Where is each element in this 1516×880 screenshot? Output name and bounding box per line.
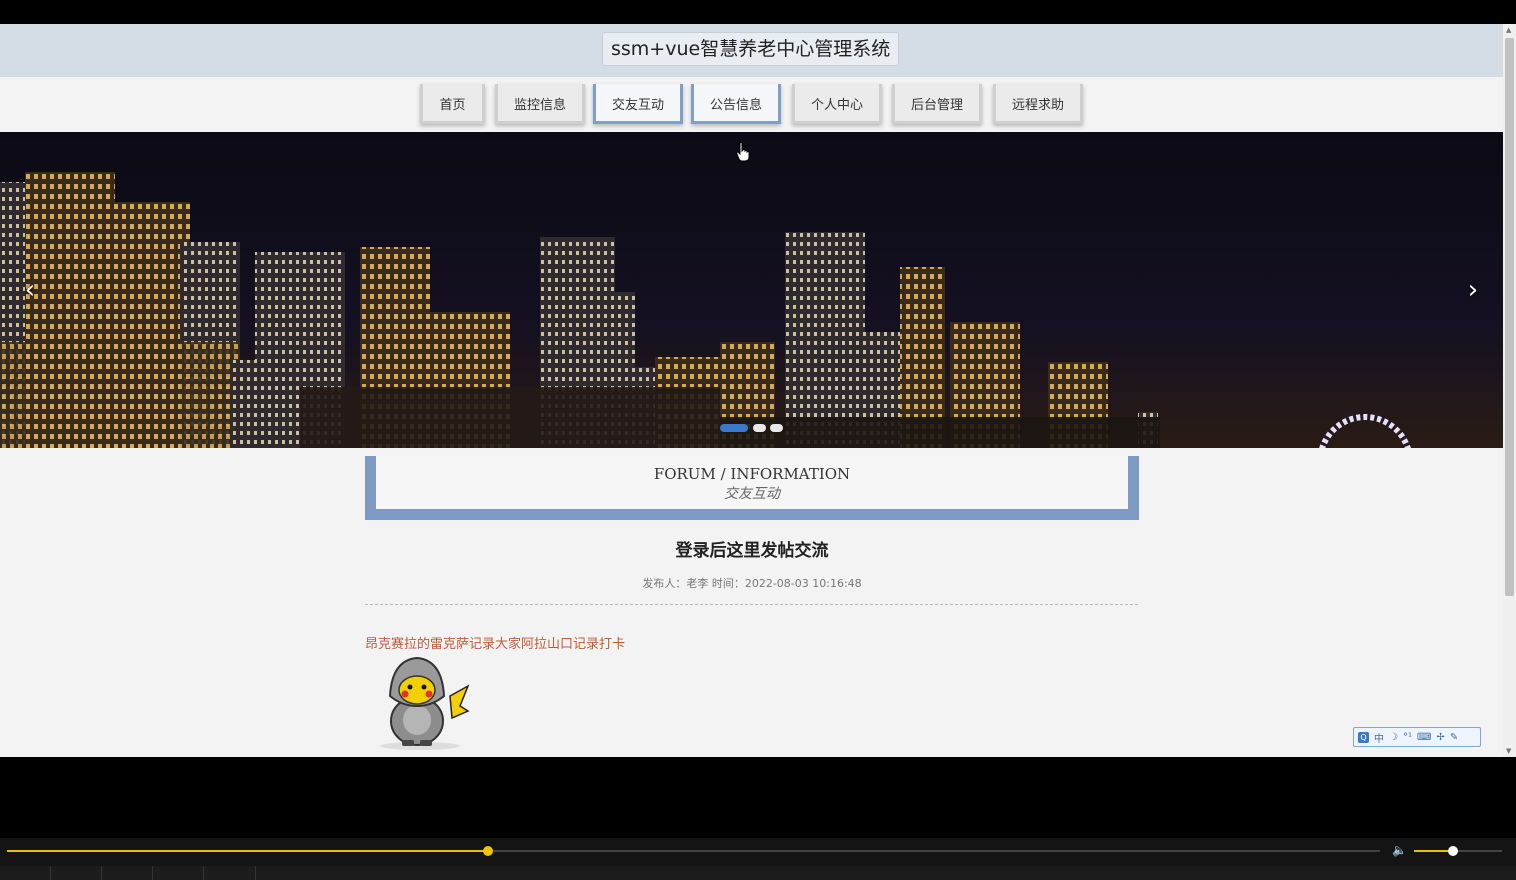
top-black-bar [0,0,1516,24]
nav-item-remote-help[interactable]: 远程求助 [993,84,1083,124]
browser-viewport: ssm+vue智慧养老中心管理系统 首页 监控信息 交友互动 公告信息 个人中心… [0,24,1516,757]
scroll-down-icon[interactable]: ▼ [1506,747,1511,755]
nav-item-announcements[interactable]: 公告信息 [691,84,781,124]
carousel-dot[interactable] [770,424,783,432]
ime-toolbar[interactable]: Q 中 ☽ °¹ ⌨ ✢ ✎ [1353,727,1481,747]
post-meta: 发布人：老李 时间：2022-08-03 10:16:48 [642,577,862,590]
player-bottom-bar [0,866,1516,880]
divider [365,604,1138,605]
volume-handle[interactable] [1447,846,1458,856]
video-player-controls: 🔈 [0,838,1516,880]
seek-handle[interactable] [482,846,493,856]
banner-carousel: ‹ › [0,132,1503,448]
player-segment [152,866,204,880]
nav-item-profile[interactable]: 个人中心 [792,84,882,124]
ime-punctuation-icon[interactable]: °¹ [1403,732,1412,743]
city-skyline-image [0,132,1503,448]
hand-cursor-icon [736,142,750,162]
section-heading-box: FORUM / INFORMATION 交友互动 [365,456,1139,520]
post-body: 昂克赛拉的雷克萨记录大家阿拉山口记录打卡 [365,637,626,652]
scroll-thumb[interactable] [1505,38,1514,596]
seek-bar[interactable] [7,846,1380,856]
pikachu-sticker-icon [380,656,470,750]
nav-item-admin[interactable]: 后台管理 [892,84,982,124]
ime-moon-icon[interactable]: ☽ [1389,732,1398,743]
volume-icon[interactable]: 🔈 [1392,843,1408,857]
ime-toolbox-icon[interactable]: ✢ [1436,732,1444,743]
nav-item-forum[interactable]: 交友互动 [593,84,683,124]
vertical-scrollbar[interactable]: ▲ ▼ [1503,24,1516,757]
site-header: ssm+vue智慧养老中心管理系统 [0,24,1503,77]
carousel-prev-icon[interactable]: ‹ [18,276,42,304]
volume-level [1414,850,1453,852]
section-title-cn: 交友互动 [724,486,780,502]
player-segment [203,866,256,880]
nav-item-monitoring[interactable]: 监控信息 [495,84,585,124]
player-segment [0,866,51,880]
section-title-en: FORUM / INFORMATION [653,465,851,483]
ime-settings-icon[interactable]: ✎ [1450,732,1458,743]
site-title: ssm+vue智慧养老中心管理系统 [602,32,900,66]
carousel-dot[interactable] [720,424,748,432]
nav-item-home[interactable]: 首页 [420,84,485,124]
ime-keyboard-icon[interactable]: ⌨ [1417,732,1431,743]
player-segment [50,866,102,880]
scroll-up-icon[interactable]: ▲ [1506,26,1511,34]
ime-chinese-toggle[interactable]: 中 [1374,730,1384,745]
volume-slider[interactable] [1414,846,1502,856]
seek-progress [7,850,488,852]
post-title: 登录后这里发帖交流 [675,541,829,561]
carousel-dot[interactable] [753,424,766,432]
carousel-next-icon[interactable]: › [1461,276,1485,304]
ime-logo-icon[interactable]: Q [1358,731,1369,743]
player-segment [101,866,153,880]
main-nav: 首页 监控信息 交友互动 公告信息 个人中心 后台管理 远程求助 [0,77,1503,132]
